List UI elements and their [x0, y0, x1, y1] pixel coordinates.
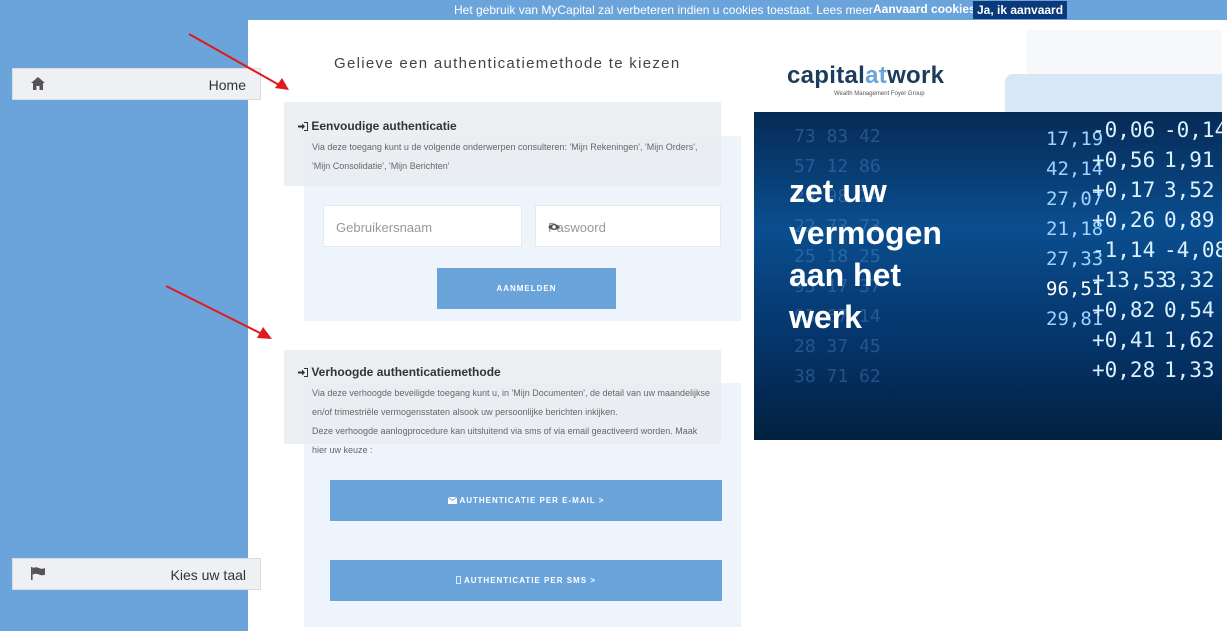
password-field[interactable]: Paswoord [535, 205, 721, 247]
sidebar-item-language[interactable]: Kies uw taal [12, 558, 261, 590]
stock-ticker-banner: 73 83 42 57 12 86 25 98 24 22 73 73 25 18 25… [754, 112, 1222, 440]
advanced-auth-header: Verhoogde authenticatiemethode Via deze … [284, 350, 721, 455]
accept-cookies-button[interactable]: Ja, ik aanvaard [973, 1, 1068, 19]
sign-in-icon [298, 365, 311, 379]
page: Het gebruik van MyCapital zal verbeteren… [0, 0, 1227, 631]
capital-at-work-logo: capitalatwork [787, 62, 945, 89]
banner-top-strip [1026, 30, 1222, 74]
simple-auth-title: Eenvoudige authenticatie [298, 119, 457, 133]
username-field[interactable]: Gebruikersnaam [323, 205, 522, 247]
sms-auth-button[interactable]: AUTHENTICATIE PER SMS > [330, 560, 722, 601]
ticker-column-2: -0,06 +0,56 +0,17 +0,26 -1,14 +13,53 +0,… [1092, 118, 1168, 382]
banner-decoration [1005, 74, 1222, 116]
logo-subtitle: Wealth Management Foyer Group [834, 91, 925, 97]
mobile-icon [456, 576, 464, 585]
cookie-message[interactable]: Het gebruik van MyCapital zal verbeteren… [454, 3, 873, 17]
cookie-accept-question: Aanvaard cookies ? [873, 2, 987, 16]
sidebar-item-label: Kies uw taal [170, 567, 246, 583]
ticker-column-3: -0,14 1,91 3,52 0,89 -4,08 3,32 0,54 1,6… [1164, 118, 1222, 382]
email-auth-button[interactable]: AUTHENTICATIE PER E-MAIL > [330, 480, 722, 521]
banner-slogan: zet uw vermogen aan het werk [789, 173, 942, 335]
simple-auth-header: Eenvoudige authenticatie Via deze toegan… [284, 102, 721, 186]
annotation-arrow-2 [165, 285, 272, 339]
simple-auth-description: Via deze toegang kunt u de volgende onde… [312, 142, 698, 171]
envelope-icon [447, 496, 460, 505]
login-button[interactable]: AANMELDEN [437, 268, 616, 309]
sign-in-icon [298, 119, 311, 133]
eye-icon[interactable] [548, 220, 711, 234]
advanced-auth-title: Verhoogde authenticatiemethode [298, 365, 501, 379]
flag-icon [31, 567, 45, 581]
home-icon [31, 77, 45, 91]
cookie-bar: Het gebruik van MyCapital zal verbeteren… [0, 0, 1227, 20]
advanced-auth-description: Via deze verhoogde beveiligde toegang ku… [312, 388, 711, 455]
annotation-arrow-1 [188, 33, 289, 90]
page-title: Gelieve een authenticatiemethode te kiez… [334, 55, 681, 72]
